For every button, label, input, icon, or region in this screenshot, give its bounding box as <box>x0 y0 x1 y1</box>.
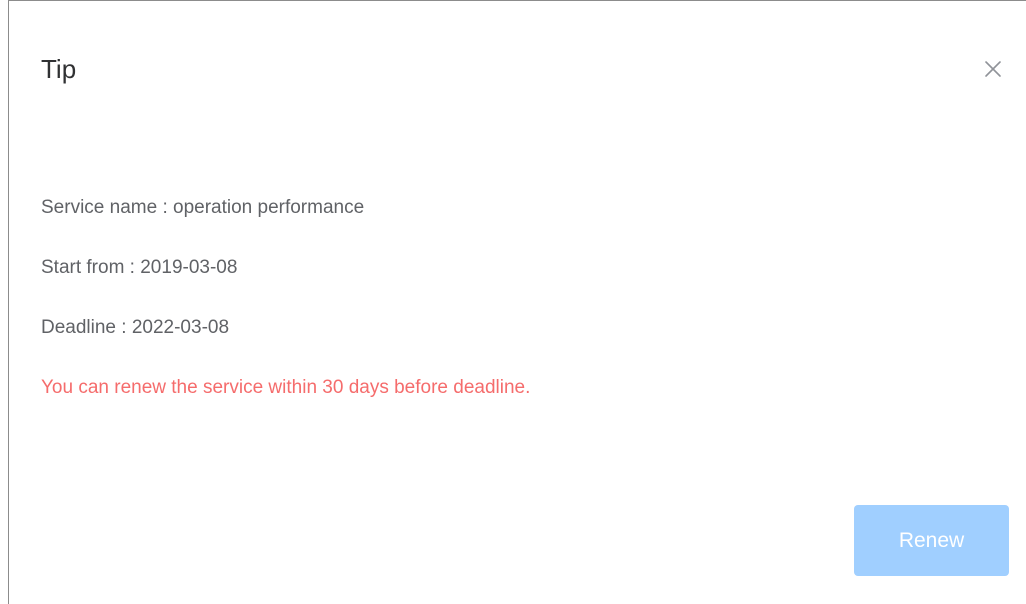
renew-tip-dialog: Tip Service name : operation performance… <box>8 0 1026 604</box>
close-button[interactable] <box>981 57 1005 81</box>
close-icon <box>984 60 1002 78</box>
start-date-text: Start from : 2019-03-08 <box>41 257 238 278</box>
renew-notice-text: You can renew the service within 30 days… <box>41 377 531 398</box>
service-name-text: Service name : operation performance <box>41 197 365 218</box>
deadline-text: Deadline : 2022-03-08 <box>41 317 230 338</box>
dialog-title: Tip <box>41 54 77 84</box>
renew-button[interactable]: Renew <box>854 505 1009 576</box>
